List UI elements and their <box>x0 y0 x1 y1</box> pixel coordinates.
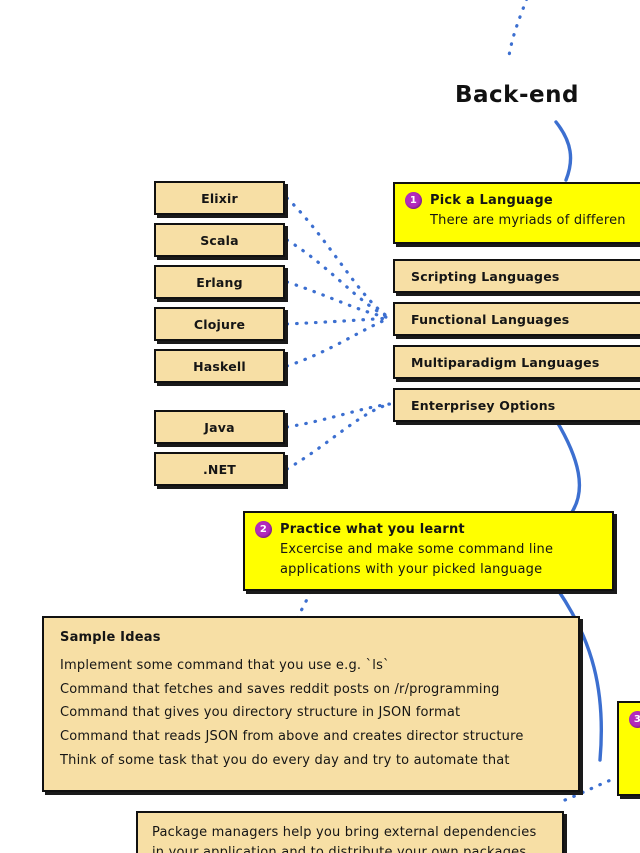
package-manager-note: Package managers help you bring external… <box>136 811 564 853</box>
step-box-three[interactable]: 3 <box>617 701 640 796</box>
category-box-multiparadigm-languages[interactable]: Multiparadigm Languages <box>393 345 640 379</box>
option-box-java[interactable]: Java <box>154 410 285 444</box>
package-note-line-2: in your application and to distribute yo… <box>152 845 531 853</box>
step-number-badge: 1 <box>405 192 422 209</box>
step-number-badge: 3 <box>629 711 640 728</box>
step-header: 1 Pick a Language <box>405 192 640 209</box>
step-header: 3 <box>629 711 640 728</box>
option-box-scala[interactable]: Scala <box>154 223 285 257</box>
page-title: Back-end <box>455 82 579 108</box>
sample-ideas-heading: Sample Ideas <box>60 630 161 645</box>
option-box-erlang[interactable]: Erlang <box>154 265 285 299</box>
option-box-dotnet[interactable]: .NET <box>154 452 285 486</box>
step-header: 2 Practice what you learnt <box>255 521 602 538</box>
option-label: Elixir <box>201 190 238 206</box>
option-label: Haskell <box>193 358 246 374</box>
step-box-practice-what-you-learnt[interactable]: 2 Practice what you learnt Excercise and… <box>243 511 614 591</box>
option-label: Java <box>204 419 235 435</box>
sample-idea-item: Implement some command that you use e.g.… <box>60 658 390 673</box>
step-box-pick-a-language[interactable]: 1 Pick a Language There are myriads of d… <box>393 182 640 244</box>
category-label: Functional Languages <box>411 311 570 327</box>
step-number-badge: 2 <box>255 521 272 538</box>
category-box-functional-languages[interactable]: Functional Languages <box>393 302 640 336</box>
category-box-scripting-languages[interactable]: Scripting Languages <box>393 259 640 293</box>
category-label: Scripting Languages <box>411 268 560 284</box>
roadmap-canvas: Back-end Elixir Scala Erlang Clojure Has… <box>0 0 640 853</box>
option-box-clojure[interactable]: Clojure <box>154 307 285 341</box>
option-label: Erlang <box>196 274 243 290</box>
option-box-haskell[interactable]: Haskell <box>154 349 285 383</box>
step-title: Practice what you learnt <box>280 522 465 537</box>
option-box-elixir[interactable]: Elixir <box>154 181 285 215</box>
option-label: Clojure <box>193 316 246 332</box>
sample-idea-item: Command that reads JSON from above and c… <box>60 728 524 744</box>
package-note-line-1: Package managers help you bring external… <box>152 825 537 840</box>
category-label: Enterprisey Options <box>411 397 556 413</box>
step-title: Pick a Language <box>430 193 553 208</box>
option-label: Scala <box>200 232 239 248</box>
sample-ideas-panel: Sample Ideas Implement some command that… <box>42 616 580 792</box>
sample-idea-item: Think of some task that you do every day… <box>60 752 510 768</box>
step-description-line-2: applications with your picked language <box>280 562 543 578</box>
step-description: There are myriads of differen <box>430 213 626 228</box>
category-box-enterprisey-options[interactable]: Enterprisey Options <box>393 388 640 422</box>
category-label: Multiparadigm Languages <box>411 354 600 370</box>
sample-idea-item: Command that gives you directory structu… <box>60 705 461 721</box>
option-label: .NET <box>202 461 237 477</box>
sample-idea-item: Command that fetches and saves reddit po… <box>60 681 500 697</box>
step-description-line-1: Excercise and make some command line <box>280 542 554 557</box>
